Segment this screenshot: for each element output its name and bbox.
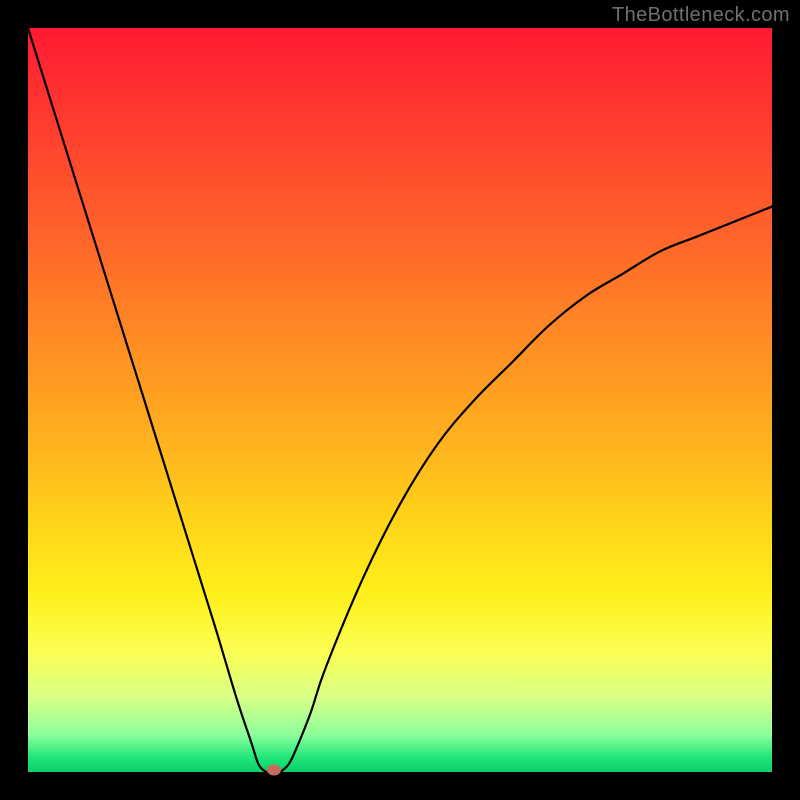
- plot-area: [28, 28, 772, 772]
- curve-path: [28, 28, 772, 772]
- watermark-text: TheBottleneck.com: [612, 4, 790, 27]
- optimal-point-marker: [267, 765, 281, 776]
- chart-frame: TheBottleneck.com: [0, 0, 800, 800]
- bottleneck-curve: [28, 28, 772, 772]
